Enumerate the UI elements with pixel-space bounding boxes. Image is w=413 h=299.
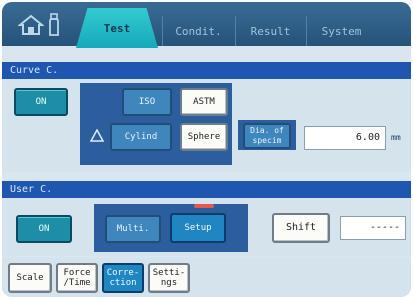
scale-button[interactable]: Scale [8, 263, 52, 293]
correction-button[interactable]: Corre- ction [102, 263, 144, 293]
shift-button[interactable]: Shift [272, 213, 330, 243]
force-time-button[interactable]: Force /Time [56, 263, 98, 293]
dia-of-specim-button[interactable]: Dia. of specim [243, 123, 291, 149]
bottom-bar: Scale Force /Time Corre- ction Setti- ng… [2, 258, 411, 297]
tab-system[interactable]: System [306, 16, 376, 46]
sphere-button[interactable]: Sphere [180, 123, 228, 151]
warning-triangle-icon [89, 128, 105, 145]
astm-button[interactable]: ASTM [180, 88, 228, 116]
user-on-button[interactable]: ON [16, 215, 72, 243]
cylind-button[interactable]: Cylind [110, 123, 172, 151]
multi-button[interactable]: Multi. [105, 215, 161, 243]
home-button[interactable] [8, 8, 70, 44]
curve-section-header: Curve C. [2, 62, 411, 79]
bottle-icon [47, 12, 61, 40]
curve-section-panel: ON ISO ASTM Cylind Sphere Dia. of specim… [2, 79, 411, 172]
shift-value-field[interactable]: ----- [340, 216, 406, 240]
device-screen: Test Condit. Result System Curve C. ON I… [2, 2, 411, 297]
tab-result[interactable]: Result [235, 16, 305, 46]
tab-bar: Test Condit. Result System [2, 2, 411, 48]
user-section-panel: ON Multi. Setup Shift ----- [2, 198, 411, 256]
tab-condit[interactable]: Condit. [162, 16, 234, 46]
home-icon [16, 14, 45, 39]
curve-on-button[interactable]: ON [14, 88, 68, 116]
tab-test[interactable]: Test [76, 8, 158, 48]
dia-unit-label: mm [391, 133, 401, 142]
setup-indicator [194, 204, 214, 208]
dia-value-field[interactable]: 6.00 [304, 126, 386, 150]
setup-button[interactable]: Setup [170, 213, 226, 243]
settings-button[interactable]: Setti- ngs [148, 263, 190, 293]
iso-button[interactable]: ISO [122, 88, 172, 116]
user-section-header: User C. [2, 181, 411, 198]
